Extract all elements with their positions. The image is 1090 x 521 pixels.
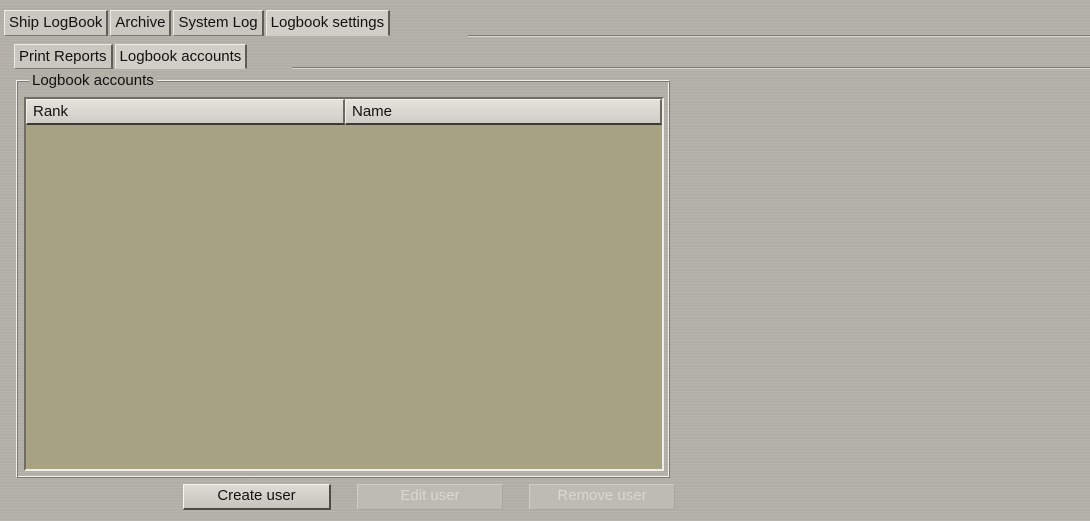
subtab-bar-divider (292, 67, 1090, 69)
tab-bar-divider (468, 35, 1090, 37)
table-body[interactable] (26, 125, 662, 469)
main-tab-bar: Ship LogBook Archive System Log Logbook … (4, 9, 392, 36)
accounts-table: Rank Name (24, 97, 664, 471)
table-header: Rank Name (26, 99, 662, 125)
tab-archive[interactable]: Archive (110, 10, 172, 36)
tab-logbook-accounts[interactable]: Logbook accounts (114, 44, 248, 69)
tab-logbook-settings[interactable]: Logbook settings (265, 10, 391, 36)
column-header-rank[interactable]: Rank (26, 99, 345, 125)
create-user-button[interactable]: Create user (183, 484, 331, 510)
remove-user-button[interactable]: Remove user (529, 484, 675, 510)
column-header-name[interactable]: Name (345, 99, 662, 125)
tab-ship-logbook[interactable]: Ship LogBook (4, 10, 109, 36)
settings-tab-bar: Print Reports Logbook accounts (14, 43, 249, 69)
tab-system-log[interactable]: System Log (173, 10, 264, 36)
edit-user-button[interactable]: Edit user (357, 484, 503, 510)
group-title: Logbook accounts (29, 72, 157, 89)
tab-print-reports[interactable]: Print Reports (14, 44, 113, 69)
